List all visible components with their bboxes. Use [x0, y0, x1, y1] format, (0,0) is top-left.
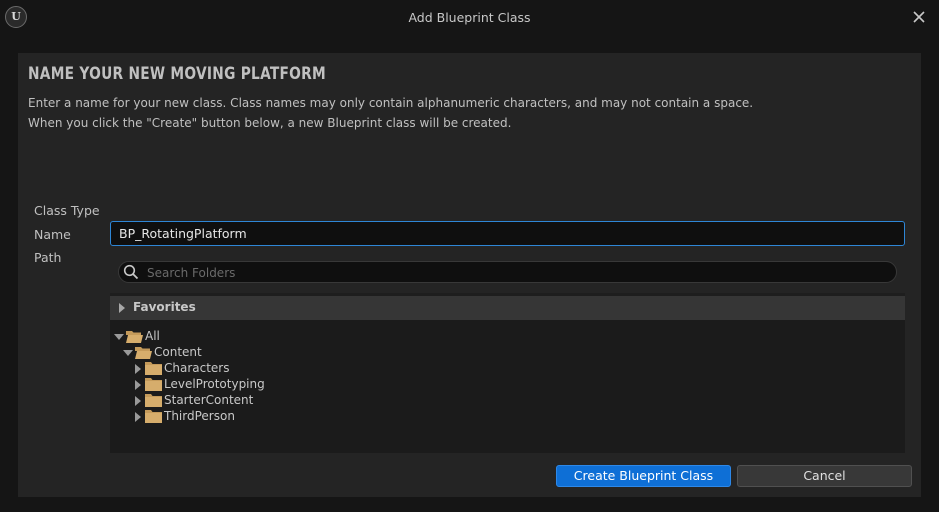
tree-item-all[interactable]: All: [114, 329, 174, 345]
description-line-1: Enter a name for your new class. Class n…: [28, 96, 754, 110]
tree-label-content: Content: [154, 345, 202, 359]
cancel-button[interactable]: Cancel: [737, 465, 912, 487]
description-line-2: When you click the "Create" button below…: [28, 116, 512, 130]
class-type-label: Class Type: [34, 203, 100, 218]
tree-label-characters: Characters: [164, 361, 230, 375]
tree-item-characters[interactable]: Characters: [135, 361, 265, 377]
title-bar: U Add Blueprint Class: [0, 0, 939, 36]
tree-item-levelprototyping[interactable]: LevelPrototyping: [135, 377, 285, 393]
close-button[interactable]: [909, 7, 929, 27]
tree-label-thirdperson: ThirdPerson: [164, 409, 235, 423]
favorites-label: Favorites: [133, 300, 196, 314]
folder-open-icon: [126, 331, 143, 343]
tree-item-startercontent[interactable]: StarterContent: [135, 393, 275, 409]
dialog-heading: NAME YOUR NEW MOVING PLATFORM: [28, 64, 326, 84]
folder-tree: Favorites All Content Characters LevelPr…: [110, 293, 905, 453]
close-icon: [913, 11, 925, 23]
tree-item-thirdperson[interactable]: ThirdPerson: [135, 409, 265, 425]
chevron-right-icon: [135, 396, 141, 406]
name-label: Name: [34, 227, 71, 242]
search-folders-box: [118, 261, 897, 283]
tree-label-levelprototyping: LevelPrototyping: [164, 377, 265, 391]
search-icon: [123, 264, 139, 280]
tree-item-content[interactable]: Content: [123, 345, 213, 361]
folder-icon: [145, 410, 162, 423]
create-blueprint-class-button[interactable]: Create Blueprint Class: [556, 465, 731, 487]
chevron-down-icon: [114, 334, 124, 340]
chevron-right-icon: [135, 364, 141, 374]
window-title: Add Blueprint Class: [408, 10, 531, 25]
folder-icon: [145, 362, 162, 375]
chevron-right-icon: [135, 412, 141, 422]
path-label: Path: [34, 250, 62, 265]
chevron-right-icon: [135, 380, 141, 390]
folder-icon: [145, 378, 162, 391]
chevron-right-icon: [119, 303, 125, 313]
dialog-panel: NAME YOUR NEW MOVING PLATFORM Enter a na…: [18, 53, 921, 497]
favorites-header[interactable]: Favorites: [110, 293, 905, 320]
search-folders-input[interactable]: [145, 263, 889, 283]
chevron-down-icon: [123, 350, 133, 356]
tree-label-all: All: [145, 329, 160, 343]
tree-label-startercontent: StarterContent: [164, 393, 254, 407]
folder-open-icon: [135, 347, 152, 359]
folder-icon: [145, 394, 162, 407]
class-name-input[interactable]: [110, 221, 905, 246]
